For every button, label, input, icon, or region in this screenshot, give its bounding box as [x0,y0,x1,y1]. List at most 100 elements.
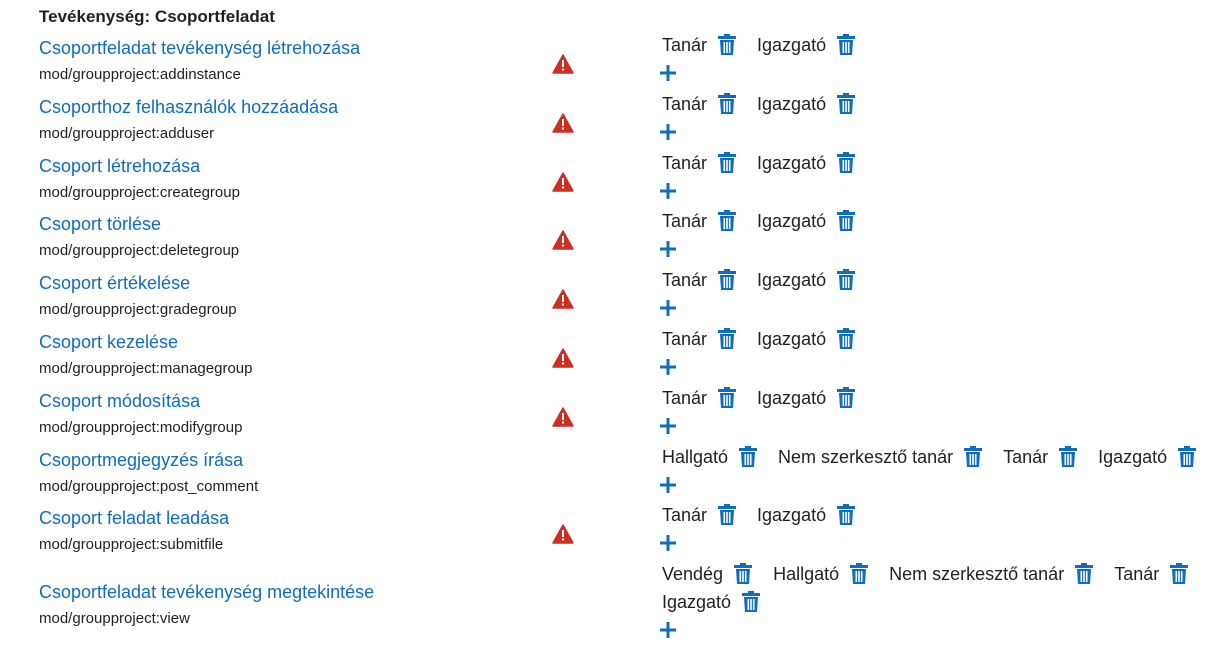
role-tag: Tanár [1003,446,1098,468]
role-label: Igazgató [757,93,827,114]
capability-name: mod/groupproject:gradegroup [39,301,237,318]
role-label: Igazgató [757,152,827,173]
capability-name: mod/groupproject:creategroup [39,184,240,201]
trash-icon[interactable] [717,504,737,526]
add-role-plus-icon[interactable] [659,123,677,141]
add-role-plus-icon[interactable] [659,417,677,435]
trash-icon[interactable] [717,34,737,56]
trash-icon[interactable] [1177,446,1197,468]
capability-name: mod/groupproject:submitfile [39,536,224,553]
role-tag: Igazgató [757,152,876,174]
risk-warning-icon[interactable] [552,289,574,309]
trash-icon[interactable] [717,269,737,291]
role-tag: Hallgató [773,563,889,585]
capability-name: mod/groupproject:addinstance [39,66,241,83]
capability-title-link[interactable]: Csoporthoz felhasználók hozzáadása [39,97,338,118]
role-tag: Igazgató [757,269,876,291]
role-tag: Nem szerkesztő tanár [889,563,1114,585]
trash-icon[interactable] [836,210,856,232]
trash-icon[interactable] [836,152,856,174]
trash-icon[interactable] [836,387,856,409]
capability-title-link[interactable]: Csoportfeladat tevékenység létrehozása [39,38,360,59]
role-label: Tanár [662,504,708,525]
add-role-plus-icon[interactable] [659,476,677,494]
capability-title-link[interactable]: Csoport létrehozása [39,156,200,177]
role-tag: Igazgató [757,93,876,115]
role-label: Vendég [662,563,724,584]
risk-warning-icon[interactable] [552,113,574,133]
capability-title-link[interactable]: Csoport feladat leadása [39,508,229,529]
role-list: Tanár Igazgató [662,328,876,350]
role-label: Hallgató [662,446,729,467]
trash-icon[interactable] [1074,563,1094,585]
trash-icon[interactable] [1058,446,1078,468]
role-label: Hallgató [773,563,840,584]
role-tag: Tanár [662,328,757,350]
role-label: Igazgató [757,387,827,408]
capability-title-link[interactable]: Csoport módosítása [39,391,200,412]
risk-warning-icon[interactable] [552,54,574,74]
role-tag: Tanár [662,152,757,174]
role-tag: Igazgató [757,504,876,526]
role-tag: Igazgató [757,210,876,232]
role-tag: Tanár [662,93,757,115]
trash-icon[interactable] [717,328,737,350]
role-list: Tanár Igazgató [662,504,876,526]
role-list: Tanár Igazgató [662,387,876,409]
add-role-plus-icon[interactable] [659,240,677,258]
trash-icon[interactable] [717,152,737,174]
role-tag: Nem szerkesztő tanár [778,446,1003,468]
role-tag: Igazgató [757,387,876,409]
risk-warning-icon[interactable] [552,407,574,427]
risk-warning-icon[interactable] [552,230,574,250]
trash-icon[interactable] [963,446,983,468]
role-label: Tanár [662,269,708,290]
role-tag: Tanár [1114,563,1209,585]
trash-icon[interactable] [836,34,856,56]
role-label: Tanár [662,210,708,231]
add-role-plus-icon[interactable] [659,534,677,552]
trash-icon[interactable] [836,93,856,115]
capability-title-link[interactable]: Csoport értékelése [39,273,190,294]
role-label: Tanár [662,34,708,55]
trash-icon[interactable] [733,563,753,585]
risk-warning-icon[interactable] [552,172,574,192]
trash-icon[interactable] [717,93,737,115]
role-tag: Igazgató [757,34,876,56]
add-role-plus-icon[interactable] [659,621,677,639]
trash-icon[interactable] [849,563,869,585]
capability-title-link[interactable]: Csoport kezelése [39,332,178,353]
trash-icon[interactable] [717,210,737,232]
add-role-plus-icon[interactable] [659,299,677,317]
role-tag: Tanár [662,269,757,291]
trash-icon[interactable] [717,387,737,409]
role-label: Tanár [662,93,708,114]
risk-warning-icon[interactable] [552,524,574,544]
role-label: Tanár [1003,446,1049,467]
capability-name: mod/groupproject:post_comment [39,478,259,495]
add-role-plus-icon[interactable] [659,64,677,82]
role-list: Hallgató Nem szerkesztő tanár Tanár Igazgat… [662,446,1217,468]
capability-title-link[interactable]: Csoportmegjegyzés írása [39,450,243,471]
add-role-plus-icon[interactable] [659,358,677,376]
capability-name: mod/groupproject:view [39,610,190,627]
role-label: Igazgató [757,34,827,55]
role-label: Nem szerkesztő tanár [889,563,1065,584]
role-list: Vendég Hallgató Nem szerkesztő tanár Tanár [662,563,1209,585]
trash-icon[interactable] [738,446,758,468]
role-tag: Igazgató [757,328,876,350]
capability-name: mod/groupproject:modifygroup [39,419,243,436]
capability-title-link[interactable]: Csoport törlése [39,214,161,235]
role-label: Igazgató [1098,446,1168,467]
trash-icon[interactable] [836,269,856,291]
trash-icon[interactable] [836,504,856,526]
role-tag: Hallgató [662,446,778,468]
trash-icon[interactable] [836,328,856,350]
add-role-plus-icon[interactable] [659,182,677,200]
risk-warning-icon[interactable] [552,348,574,368]
role-tag: Tanár [662,387,757,409]
trash-icon[interactable] [1169,563,1189,585]
role-label: Igazgató [757,504,827,525]
trash-icon[interactable] [741,591,761,613]
capability-title-link[interactable]: Csoportfeladat tevékenység megtekintése [39,582,374,603]
